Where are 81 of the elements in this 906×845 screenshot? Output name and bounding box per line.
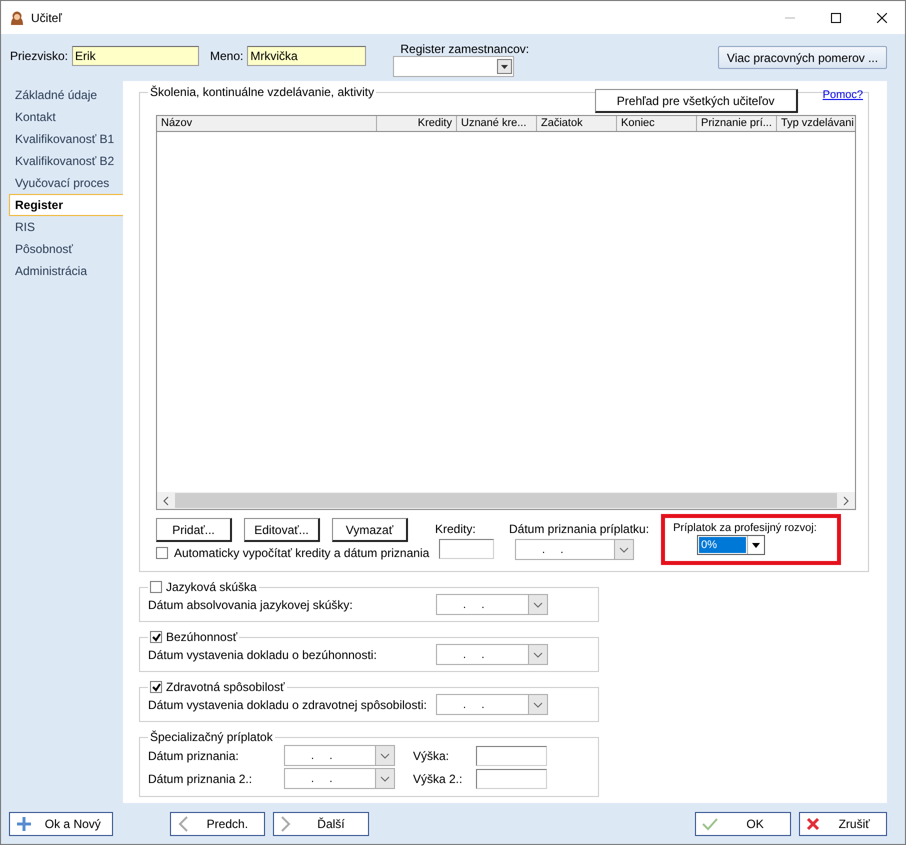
sidebar-item[interactable]: Pôsobnosť bbox=[9, 238, 123, 260]
window-title: Učiteľ bbox=[31, 10, 63, 24]
sidebar-item[interactable]: Register bbox=[9, 194, 123, 216]
footer-button[interactable]: Zrušiť bbox=[799, 812, 887, 836]
footer-button[interactable]: Ďalší bbox=[273, 812, 369, 836]
field-label: Výška: bbox=[413, 748, 450, 762]
group-title: Špecializačný príplatok bbox=[149, 730, 274, 744]
more-employments-button[interactable]: Viac pracovných pomerov ... bbox=[718, 46, 887, 69]
field-label: Dátum priznania príplatku: bbox=[509, 522, 650, 536]
chevron-down-icon[interactable] bbox=[528, 595, 547, 614]
group-title: Zdravotná spôsobilosť bbox=[166, 680, 285, 694]
sidebar-item[interactable]: Kvalifikovanosť B1 bbox=[9, 128, 123, 150]
field-label: Dátum vystavenia dokladu o bezúhonnosti: bbox=[148, 648, 377, 662]
date-field[interactable]: . . bbox=[436, 694, 548, 715]
plus-icon bbox=[16, 816, 32, 832]
column-header[interactable]: Priznanie prí... bbox=[697, 116, 777, 131]
horizontal-scrollbar[interactable] bbox=[157, 492, 855, 509]
sidebar-item[interactable]: Administrácia bbox=[9, 260, 123, 282]
chevron-down-icon[interactable] bbox=[375, 746, 394, 765]
sidebar-item[interactable]: Základné údaje bbox=[9, 84, 123, 106]
footer-button[interactable]: Ok a Nový bbox=[9, 812, 113, 836]
date-field[interactable]: . . bbox=[515, 539, 634, 560]
help-link[interactable]: Pomoc? bbox=[822, 89, 863, 101]
date-field[interactable]: . . bbox=[284, 768, 395, 789]
sidebar-item[interactable]: Vyučovací proces bbox=[9, 172, 123, 194]
checkbox-label: Automaticky vypočítať kredity a dátum priznania bbox=[174, 546, 430, 560]
chevron-down-icon[interactable] bbox=[614, 540, 633, 559]
column-header[interactable]: Začiatok bbox=[537, 116, 617, 131]
group-title: Školenia, kontinuálne vzdelávanie, aktivity bbox=[149, 85, 376, 99]
checkbox[interactable] bbox=[150, 581, 162, 593]
chevron-down-icon[interactable] bbox=[528, 645, 547, 664]
checkbox[interactable] bbox=[150, 681, 162, 693]
allowance-dropdown[interactable]: 0% bbox=[697, 535, 766, 555]
field-label: Príplatok za profesijný rozvoj: bbox=[673, 522, 818, 534]
name-field[interactable]: Mrkvička bbox=[247, 46, 366, 66]
overview-button[interactable]: Prehľad pre všetkých učiteľov bbox=[594, 89, 798, 113]
field-label: Výška 2.: bbox=[413, 772, 464, 786]
date-field[interactable]: . . bbox=[436, 594, 548, 615]
chevron-left-icon bbox=[176, 816, 189, 832]
checkbox[interactable] bbox=[150, 631, 162, 643]
surname-field[interactable]: Erik bbox=[72, 46, 200, 66]
amount-field[interactable] bbox=[476, 768, 547, 788]
field-label: Dátum absolvovania jazykovej skúšky: bbox=[148, 598, 353, 612]
field-label: Dátum priznania 2.: bbox=[148, 772, 254, 786]
action-button[interactable]: Pridať... bbox=[156, 518, 232, 542]
sidebar-item[interactable]: Kontakt bbox=[9, 106, 123, 128]
amount-field[interactable] bbox=[476, 746, 547, 766]
chevron-down-icon[interactable] bbox=[375, 769, 394, 788]
chevron-down-icon[interactable] bbox=[528, 695, 547, 714]
sidebar-item[interactable]: Kvalifikovanosť B2 bbox=[9, 150, 123, 172]
field-label: Priezvisko: bbox=[10, 49, 68, 63]
chevron-left-icon[interactable] bbox=[161, 496, 171, 506]
footer-button[interactable]: Predch. bbox=[170, 812, 266, 836]
checkbox[interactable] bbox=[156, 547, 168, 559]
field-label: Dátum vystavenia dokladu o zdravotnej spôsobilosti: bbox=[148, 698, 427, 712]
caret-icon bbox=[501, 64, 508, 68]
close-icon bbox=[806, 816, 820, 830]
chevron-right-icon bbox=[280, 816, 292, 832]
column-header[interactable]: Uznané kre... bbox=[457, 116, 537, 131]
field-label: Register zamestnancov: bbox=[400, 42, 530, 56]
register-dropdown[interactable] bbox=[393, 56, 514, 77]
column-header[interactable]: Koniec bbox=[617, 116, 697, 131]
chevron-right-icon[interactable] bbox=[841, 496, 851, 506]
field-label: Dátum priznania: bbox=[148, 748, 240, 762]
person-icon bbox=[9, 10, 25, 26]
caret-icon bbox=[752, 542, 760, 548]
credits-field[interactable] bbox=[439, 539, 494, 559]
field-label: Kredity: bbox=[435, 522, 476, 536]
date-field[interactable]: . . bbox=[436, 644, 548, 665]
group-title: Jazyková skúška bbox=[166, 580, 257, 594]
field-label: Meno: bbox=[210, 49, 244, 63]
column-header[interactable]: Názov bbox=[157, 116, 377, 131]
group-title: Bezúhonnosť bbox=[166, 630, 238, 644]
column-header[interactable]: Kredity bbox=[377, 116, 457, 131]
footer-button[interactable]: OK bbox=[694, 812, 792, 836]
action-button[interactable]: Vymazať bbox=[332, 518, 408, 542]
checkmark-icon bbox=[702, 816, 718, 830]
action-button[interactable]: Editovať... bbox=[244, 518, 320, 542]
sidebar-item[interactable]: RIS bbox=[9, 216, 123, 238]
date-field[interactable]: . . bbox=[284, 745, 395, 766]
column-header[interactable]: Typ vzdelávani bbox=[777, 116, 855, 131]
